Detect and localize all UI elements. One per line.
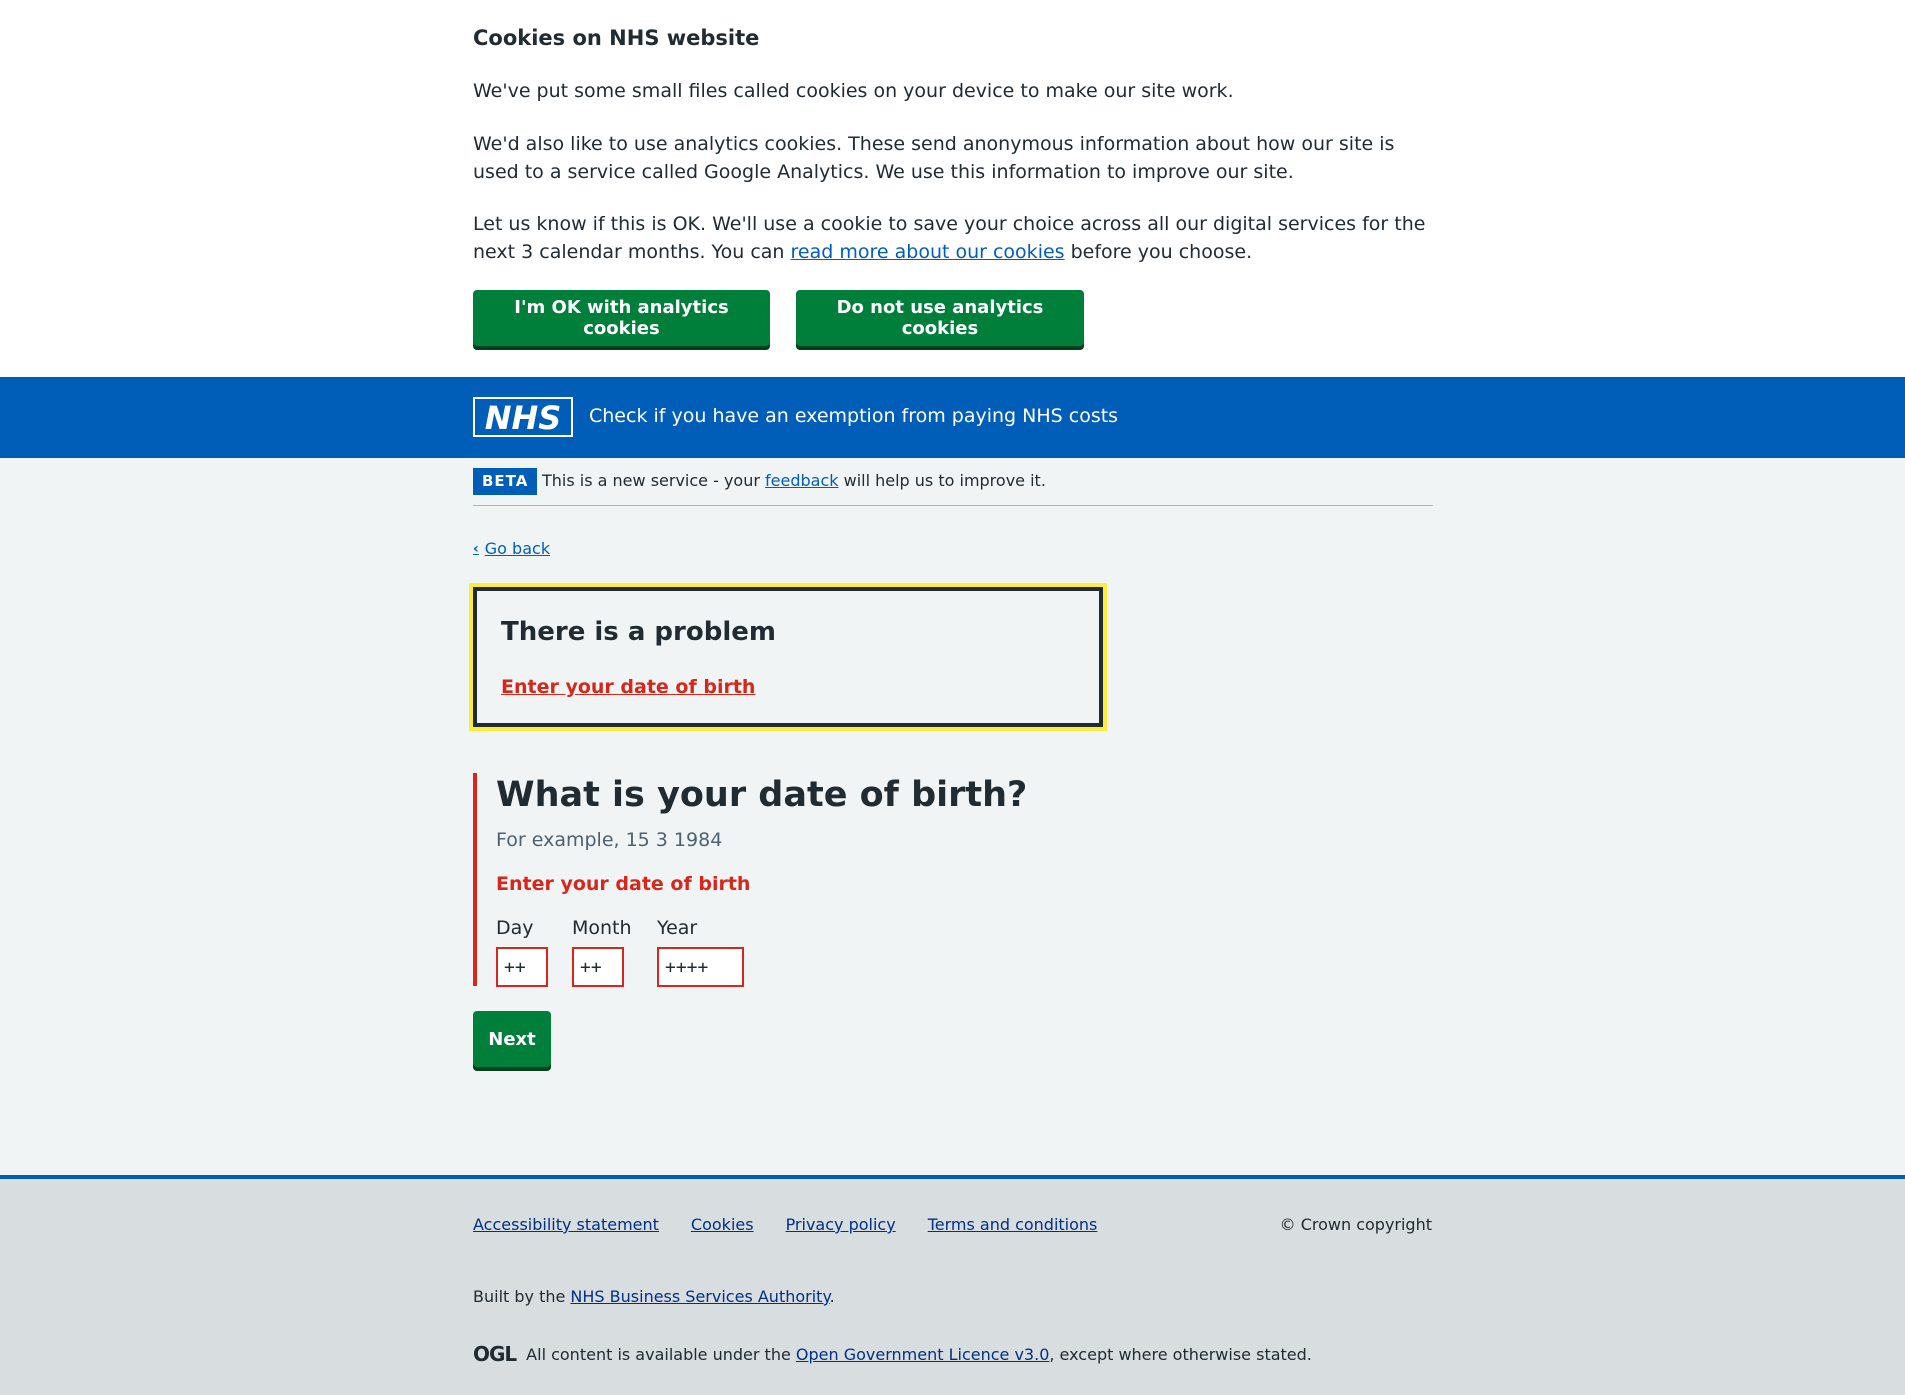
day-input[interactable] [496,947,548,987]
nhsbsa-link[interactable]: NHS Business Services Authority [570,1287,829,1306]
next-button[interactable]: Next [473,1011,551,1067]
cookie-banner: Cookies on NHS website We've put some sm… [0,0,1905,377]
go-back-link[interactable]: ‹ Go back [473,539,550,558]
footer-link-cookies[interactable]: Cookies [691,1215,754,1234]
chevron-left-icon: ‹ [473,540,479,557]
page-title: What is your date of birth? [496,775,1028,815]
ogl-text-after: , except where otherwise stated. [1049,1344,1312,1364]
date-of-birth-group: What is your date of birth? For example,… [473,773,1173,987]
month-input[interactable] [572,947,624,987]
error-summary: There is a problem Enter your date of bi… [469,583,1107,731]
ogl-link[interactable]: Open Government Licence v3.0 [796,1345,1049,1364]
accept-analytics-cookies-button[interactable]: I'm OK with analytics cookies [473,290,770,346]
reject-analytics-cookies-button[interactable]: Do not use analytics cookies [796,290,1084,346]
beta-banner: BETA This is a new service - your feedba… [473,468,1433,506]
month-field: Month [572,917,632,987]
nhs-logo-icon: NHS [475,399,571,437]
ogl-statement: OGL All content is available under the O… [473,1342,1312,1366]
error-summary-title: There is a problem [501,617,776,647]
month-label: Month [572,917,632,939]
cookie-banner-text-3: Let us know if this is OK. We'll use a c… [473,210,1433,266]
svg-text:NHS: NHS [485,399,562,437]
footer-links: Accessibility statement Cookies Privacy … [473,1215,1097,1234]
footer-link-privacy[interactable]: Privacy policy [786,1215,896,1234]
copyright: © Crown copyright [1279,1215,1432,1234]
cookie-banner-text-1: We've put some small files called cookie… [473,80,1234,102]
year-input[interactable] [657,947,744,987]
date-hint: For example, 15 3 1984 [496,829,723,851]
nhs-logo[interactable]: NHS [473,397,573,437]
built-by: Built by the NHS Business Services Autho… [473,1287,835,1306]
go-back-label: Go back [484,539,551,558]
beta-text-before: This is a new service - your [542,471,766,490]
cookie-banner-text-2: We'd also like to use analytics cookies.… [473,133,1395,183]
cookie-text-after: before you choose. [1064,241,1253,263]
year-label: Year [657,917,698,939]
built-by-after: . [829,1287,835,1306]
day-field: Day [496,917,548,987]
day-label: Day [496,917,534,939]
built-by-before: Built by the [473,1287,571,1306]
beta-text-after: will help us to improve it. [838,471,1046,490]
footer-link-accessibility[interactable]: Accessibility statement [473,1215,659,1234]
year-field: Year [657,917,744,987]
site-footer: Accessibility statement Cookies Privacy … [0,1175,1905,1395]
service-name[interactable]: Check if you have an exemption from payi… [589,405,1118,427]
footer-link-terms[interactable]: Terms and conditions [928,1215,1098,1234]
ogl-icon: OGL [473,1342,517,1366]
beta-tag: BETA [473,468,538,495]
error-summary-link[interactable]: Enter your date of birth [501,676,755,698]
feedback-link[interactable]: feedback [765,471,839,490]
cookie-banner-title: Cookies on NHS website [473,26,760,50]
ogl-text: All content is available under the Open … [526,1345,1312,1364]
error-message: Enter your date of birth [496,873,751,895]
beta-text: This is a new service - your feedback wi… [542,471,1046,490]
read-more-cookies-link[interactable]: read more about our cookies [791,241,1065,263]
site-header: NHS Check if you have an exemption from … [0,377,1905,458]
ogl-text-before: All content is available under the [526,1344,796,1364]
